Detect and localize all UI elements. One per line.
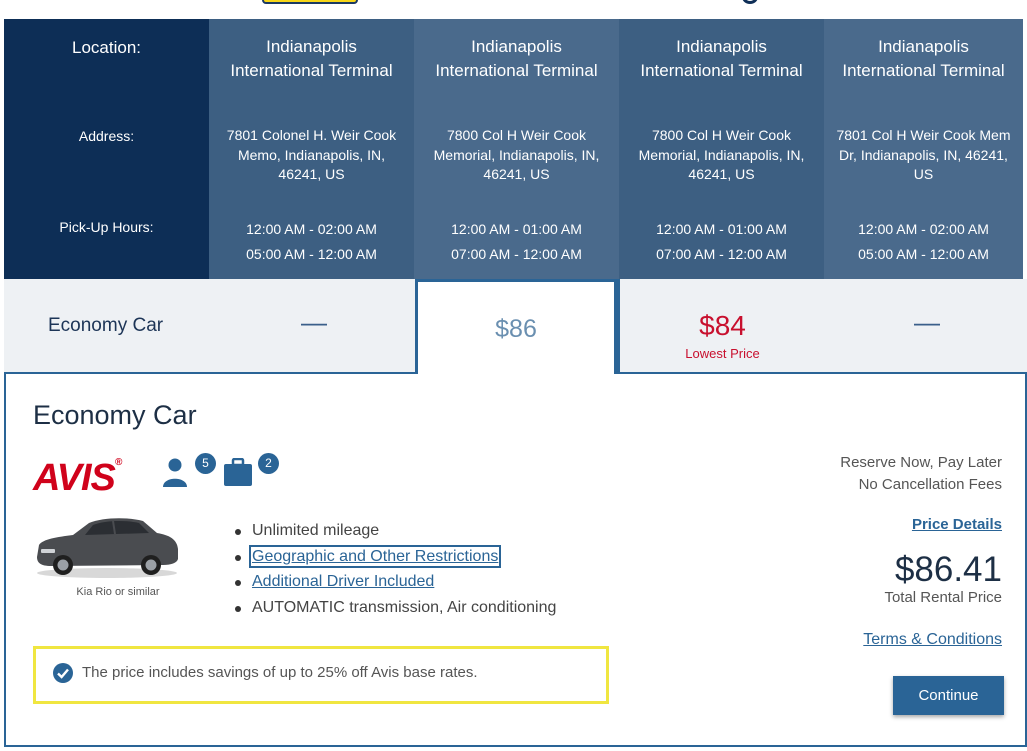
hours-line: 05:00 AM - 12:00 AM — [858, 246, 989, 262]
checkmark-icon — [53, 663, 73, 683]
detail-title: Economy Car — [33, 400, 197, 430]
reserve-line: Reserve Now, Pay Later — [840, 454, 1002, 471]
price-unavailable[interactable]: — — [914, 307, 940, 338]
list-item: AUTOMATIC transmission, Air conditioning — [234, 597, 557, 623]
location-address: 7800 Col H Weir Cook Memorial, Indianapo… — [433, 127, 600, 182]
price-value: $86 — [495, 315, 537, 343]
car-image — [37, 518, 178, 578]
car-caption: Kia Rio or similar — [76, 586, 160, 598]
hours-label: Pick-Up Hours: — [59, 219, 154, 235]
hours-line: 12:00 AM - 02:00 AM — [246, 221, 377, 237]
location-column[interactable]: Indianapolis International Terminal 7800… — [414, 19, 619, 279]
list-item: Geographic and Other Restrictions — [234, 544, 556, 572]
continue-button[interactable]: Continue — [893, 676, 1004, 715]
additional-driver-link[interactable]: Additional Driver Included — [252, 573, 434, 590]
passenger-icon — [163, 458, 187, 487]
location-column[interactable]: Indianapolis International Terminal 7800… — [619, 19, 824, 279]
passenger-count-badge: 5 — [195, 453, 216, 474]
location-column[interactable]: Indianapolis International Terminal 7801… — [209, 19, 414, 279]
hours-line: 05:00 AM - 12:00 AM — [246, 246, 377, 262]
price-details-link[interactable]: Price Details — [912, 516, 1002, 533]
category-label: Economy Car — [48, 315, 164, 336]
list-item: Unlimited mileage — [234, 520, 556, 546]
label-column: Location: Address: Pick-Up Hours: — [4, 19, 209, 279]
address-label: Address: — [78, 128, 135, 144]
savings-notice: The price includes savings of up to 25% … — [33, 646, 609, 704]
feature-text: Unlimited mileage — [252, 522, 380, 539]
location-name: Indianapolis International Terminal — [435, 37, 598, 80]
selected-price-cell[interactable]: $86 — [415, 279, 617, 379]
reserve-info: Reserve Now, Pay Later No Cancellation F… — [840, 452, 1002, 496]
total-price-label: Total Rental Price — [884, 589, 1002, 606]
location-hours: 12:00 AM - 01:00 AM 07:00 AM - 12:00 AM — [619, 217, 824, 267]
hours-line: 07:00 AM - 12:00 AM — [451, 246, 582, 262]
bag-count-badge: 2 — [258, 453, 279, 474]
location-address: 7801 Colonel H. Weir Cook Memo, Indianap… — [226, 127, 397, 182]
hours-line: 12:00 AM - 02:00 AM — [858, 221, 989, 237]
location-hours: 12:00 AM - 02:00 AM 05:00 AM - 12:00 AM — [209, 217, 414, 267]
total-price: $86.41 — [894, 550, 1002, 589]
list-item: Additional Driver Included — [234, 571, 556, 597]
restrictions-link[interactable]: Geographic and Other Restrictions — [248, 544, 502, 568]
top-strip — [0, 0, 1027, 19]
location-column[interactable]: Indianapolis International Terminal 7801… — [824, 19, 1023, 279]
brand-name: AVIS — [33, 457, 116, 499]
feature-list: Unlimited mileage Geographic and Other R… — [234, 520, 557, 623]
location-label: Location: — [72, 38, 141, 57]
location-address: 7800 Col H Weir Cook Memorial, Indianapo… — [638, 127, 805, 182]
location-address: 7801 Col H Weir Cook Mem Dr, Indianapoli… — [836, 127, 1011, 182]
registered-mark: ® — [114, 457, 122, 468]
top-indicator-icon — [742, 0, 758, 4]
location-name: Indianapolis International Terminal — [230, 37, 393, 80]
price-row: Economy Car — $86 $84 Lowest Price — — [4, 279, 1027, 379]
cancellation-line: No Cancellation Fees — [858, 476, 1002, 493]
avis-logo: AVIS® — [33, 457, 122, 500]
location-name: Indianapolis International Terminal — [640, 37, 803, 80]
price-unavailable[interactable]: — — [301, 307, 327, 338]
location-name: Indianapolis International Terminal — [842, 37, 1005, 80]
hours-line: 12:00 AM - 01:00 AM — [656, 221, 787, 237]
luggage-icon — [224, 458, 252, 486]
location-hours: 12:00 AM - 02:00 AM 05:00 AM - 12:00 AM — [824, 217, 1023, 267]
savings-text: The price includes savings of up to 25% … — [82, 664, 478, 681]
hours-line: 12:00 AM - 01:00 AM — [451, 221, 582, 237]
terms-link[interactable]: Terms & Conditions — [863, 631, 1002, 649]
location-hours: 12:00 AM - 01:00 AM 07:00 AM - 12:00 AM — [414, 217, 619, 267]
lowest-price-cell[interactable]: $84 Lowest Price — — [617, 279, 1027, 375]
price-value: $84 — [699, 310, 746, 341]
top-button-partial[interactable] — [262, 0, 358, 4]
feature-text: AUTOMATIC transmission, Air conditioning — [252, 598, 557, 616]
car-detail-panel: Economy Car AVIS® 5 2 Kia Rio or similar… — [4, 374, 1027, 747]
hours-line: 07:00 AM - 12:00 AM — [656, 246, 787, 262]
location-grid: Location: Address: Pick-Up Hours: Indian… — [4, 19, 1023, 279]
lowest-price-note: Lowest Price — [685, 346, 760, 361]
